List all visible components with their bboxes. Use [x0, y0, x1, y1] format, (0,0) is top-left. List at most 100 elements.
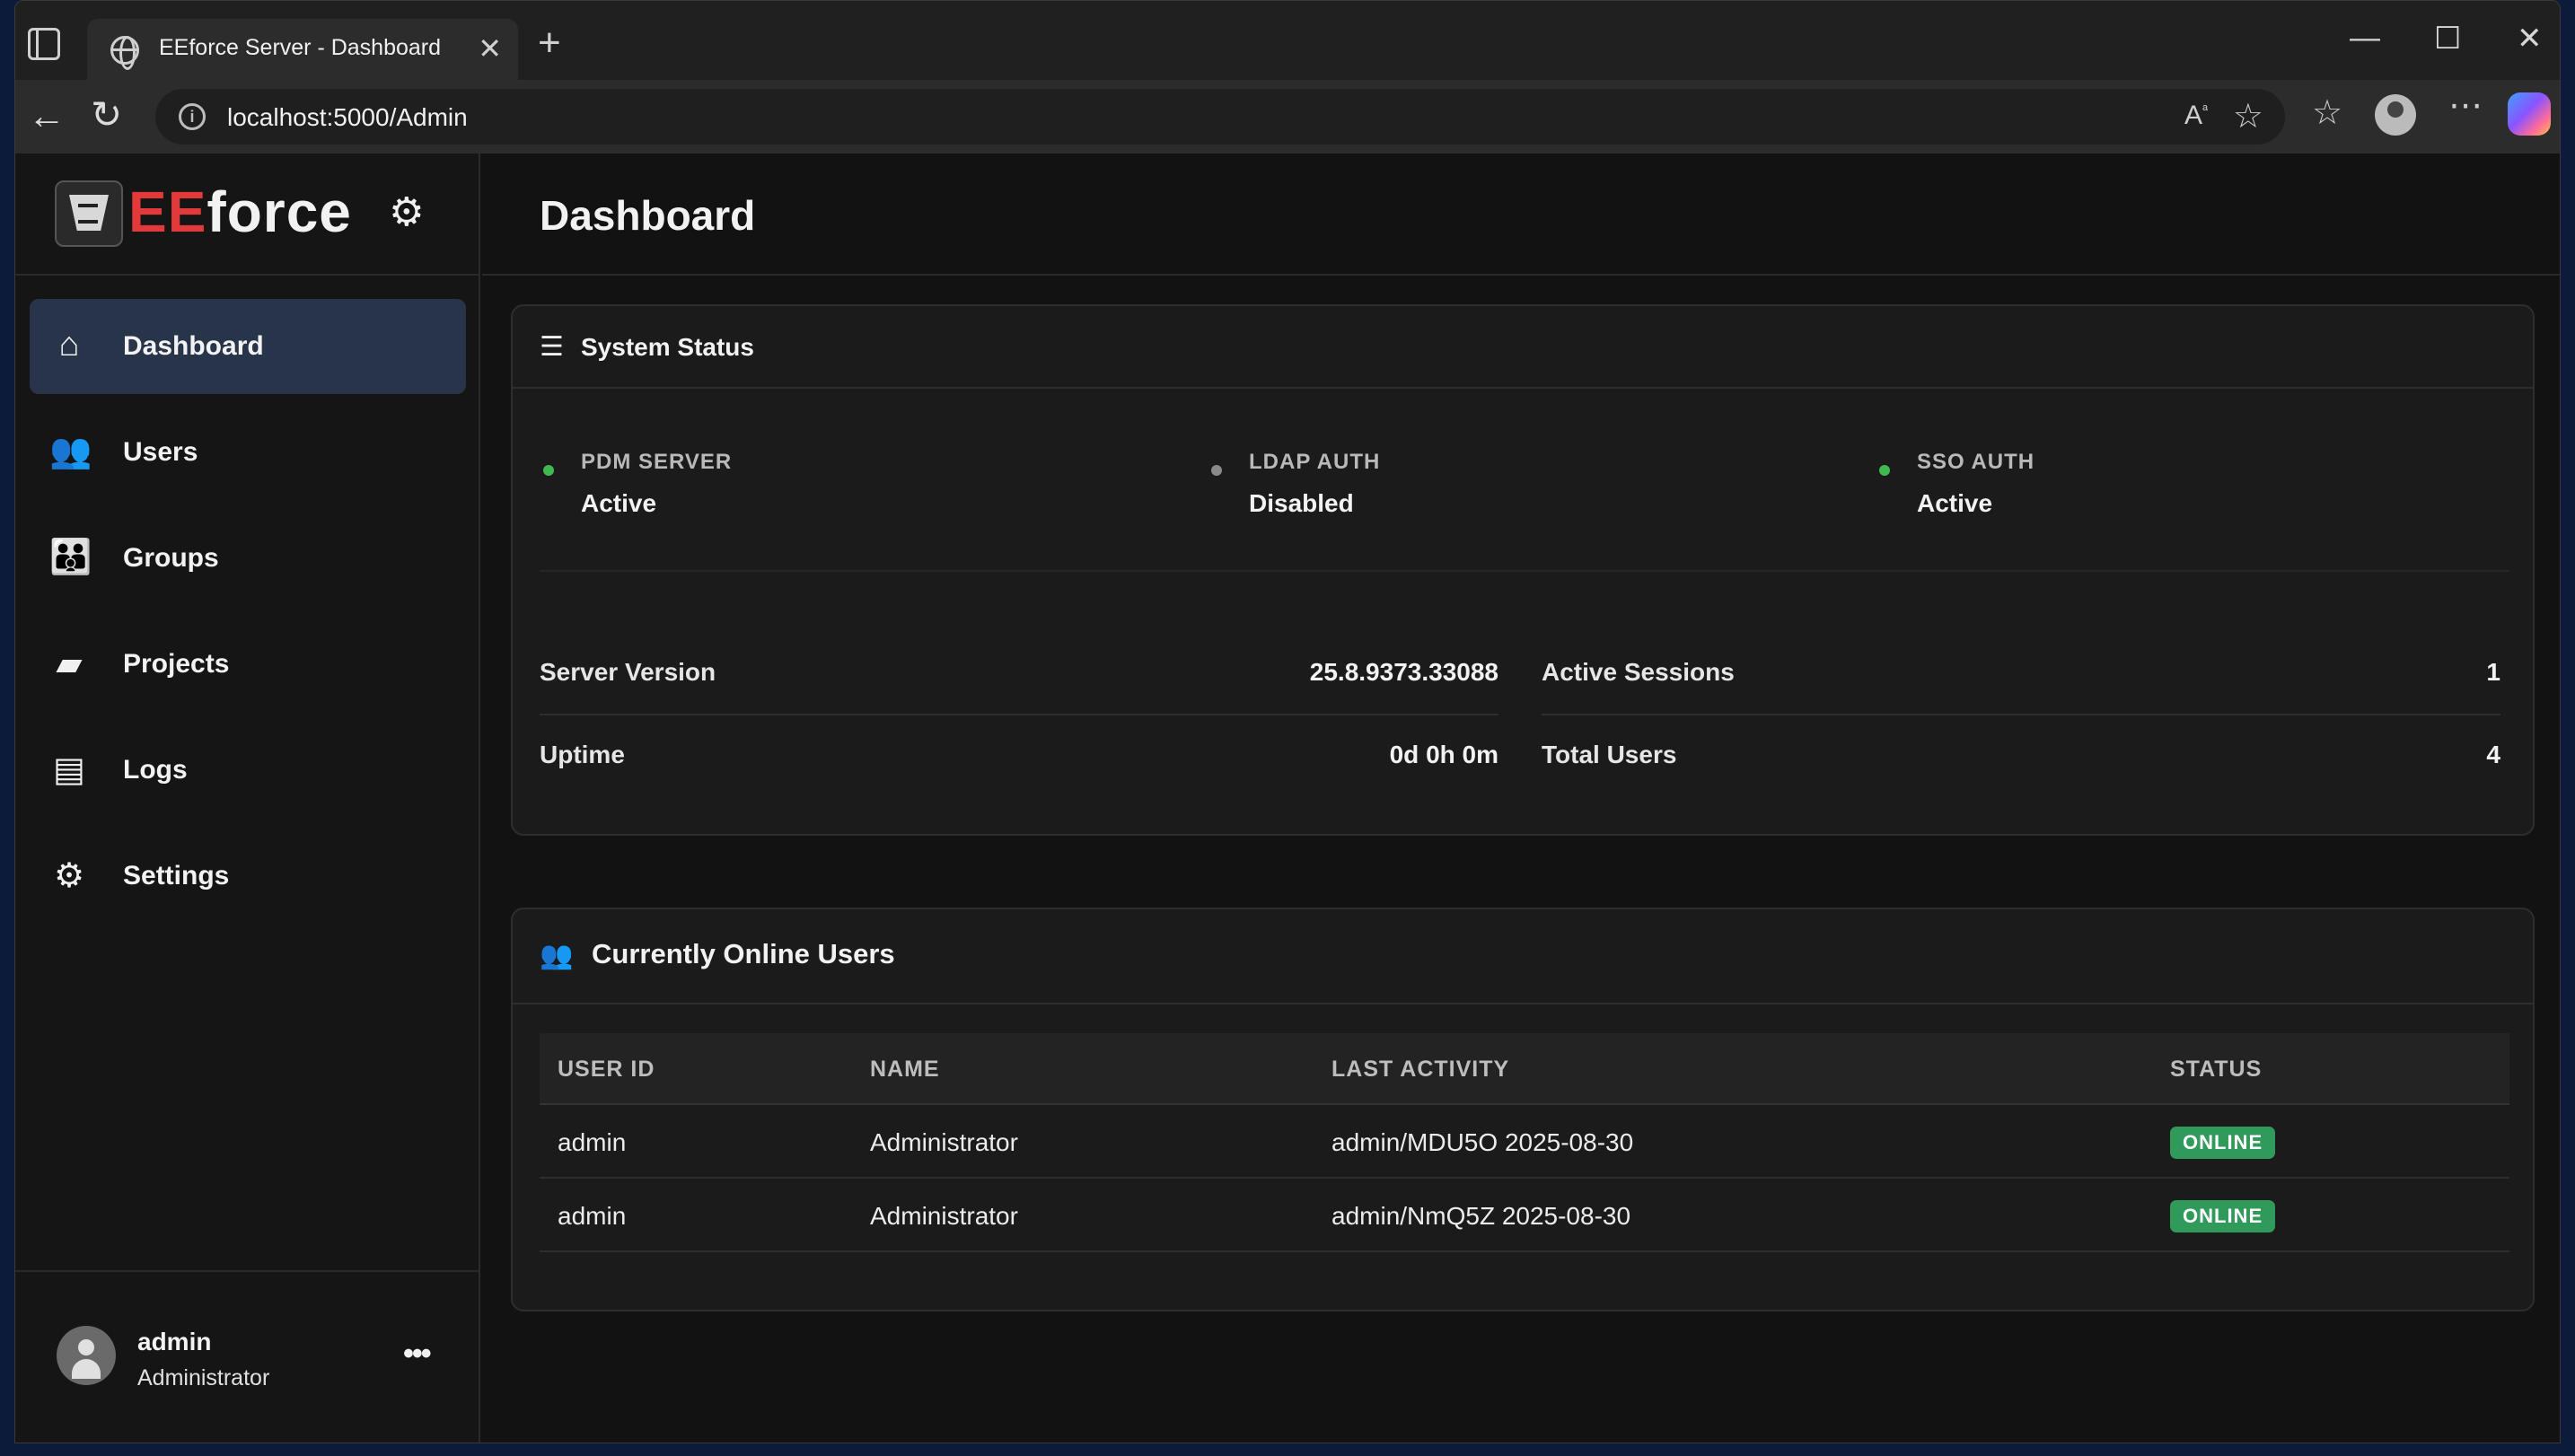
sidebar-item-users[interactable]: 👥 Users [30, 405, 466, 500]
cell-name: Administrator [870, 1202, 1018, 1230]
server-icon: ☰ [540, 332, 564, 362]
close-window-button[interactable]: ✕ [2517, 21, 2543, 57]
groups-icon: 👪 [49, 539, 92, 576]
sidebar: EEforce ⚙ ⌂ Dashboard 👥 Users 👪 Groups ▰… [15, 153, 480, 1443]
card-title: System Status [581, 333, 754, 361]
status-badge: ONLINE [2170, 1200, 2276, 1232]
favorites-icon[interactable]: ☆ [2312, 92, 2342, 133]
info-label: Total Users [1542, 741, 1677, 768]
status-label: PDM SERVER [581, 450, 733, 474]
status-dot [1211, 465, 1222, 476]
users-icon: 👥 [540, 941, 574, 970]
status-value: Active [581, 489, 657, 517]
folder-icon: ▰ [56, 645, 83, 683]
avatar [57, 1326, 116, 1385]
cell-user-id: admin [558, 1202, 627, 1230]
brand-area: EEforce ⚙ [15, 153, 480, 276]
reload-icon[interactable]: ↻ [91, 92, 122, 136]
info-value: 1 [2486, 658, 2500, 686]
sidebar-item-logs[interactable]: ▤ Logs [30, 723, 466, 818]
tab-close-icon[interactable]: ✕ [478, 31, 502, 66]
brand-logo-text: EEforce [128, 179, 352, 245]
divider [540, 570, 2509, 572]
card-header: 👥 Currently Online Users [513, 909, 2533, 1004]
browser-tab[interactable]: EEforce Server - Dashboard ✕ [87, 19, 518, 80]
info-uptime: Uptime 0d 0h 0m [540, 715, 1498, 798]
new-tab-button[interactable]: + [538, 21, 561, 66]
status-label: LDAP AUTH [1249, 450, 1381, 474]
status-value: Disabled [1249, 489, 1354, 517]
app-root: EEforce ⚙ ⌂ Dashboard 👥 Users 👪 Groups ▰… [15, 153, 2560, 1443]
sidebar-item-label: Dashboard [123, 331, 264, 361]
gear-icon: ⚙ [53, 857, 85, 895]
info-active-sessions: Active Sessions 1 [1542, 633, 2500, 715]
site-info-icon[interactable]: i [179, 103, 206, 130]
online-users-card: 👥 Currently Online Users USER ID NAME LA… [511, 908, 2535, 1311]
sidebar-item-groups[interactable]: 👪 Groups [30, 511, 466, 606]
table-row[interactable]: admin Administrator admin/NmQ5Z 2025-08-… [540, 1179, 2509, 1252]
home-icon: ⌂ [58, 326, 80, 364]
maximize-button[interactable]: ☐ [2434, 21, 2461, 57]
more-menu-icon[interactable]: ⋯ [2448, 85, 2483, 126]
logo-icon [55, 180, 123, 247]
status-dot [543, 465, 554, 476]
info-value: 4 [2486, 741, 2500, 768]
sidebar-item-label: Users [123, 437, 198, 467]
sidebar-item-dashboard[interactable]: ⌂ Dashboard [30, 299, 466, 394]
cell-user-id: admin [558, 1128, 627, 1156]
brand-gear-icon[interactable]: ⚙ [389, 189, 424, 235]
cell-last-activity: admin/NmQ5Z 2025-08-30 [1331, 1202, 1631, 1230]
file-icon: ▤ [53, 751, 85, 789]
table-header: USER ID NAME LAST ACTIVITY STATUS [540, 1033, 2509, 1105]
card-header: ☰ System Status [513, 306, 2533, 389]
info-label: Uptime [540, 741, 625, 768]
info-total-users: Total Users 4 [1542, 715, 2500, 798]
url-text[interactable]: localhost:5000/Admin [227, 103, 468, 132]
cell-last-activity: admin/MDU5O 2025-08-30 [1331, 1128, 1634, 1156]
sidebar-item-settings[interactable]: ⚙ Settings [30, 829, 466, 924]
read-aloud-icon[interactable]: Aᵃ [2184, 101, 2208, 131]
info-value: 25.8.9373.33088 [1309, 658, 1498, 686]
tab-bar: EEforce Server - Dashboard ✕ + — ☐ ✕ [15, 1, 2560, 80]
info-label: Server Version [540, 658, 716, 686]
card-title: Currently Online Users [592, 938, 895, 969]
status-dot [1879, 465, 1890, 476]
copilot-icon[interactable] [2508, 92, 2551, 136]
profile-avatar-icon[interactable] [2375, 94, 2416, 136]
sidebar-item-label: Groups [123, 543, 219, 573]
brand-prefix: EE [128, 180, 207, 244]
info-value: 0d 0h 0m [1389, 741, 1498, 768]
system-status-card: ☰ System Status PDM SERVER Active LDAP A… [511, 304, 2535, 836]
address-bar[interactable]: i localhost:5000/Admin Aᵃ ☆ [155, 89, 2285, 145]
main-content: Dashboard ☰ System Status PDM SERVER Act… [482, 153, 2560, 1443]
page-title: Dashboard [540, 192, 756, 239]
minimize-button[interactable]: — [2350, 21, 2380, 56]
tab-title: EEforce Server - Dashboard [159, 35, 442, 60]
cell-name: Administrator [870, 1128, 1018, 1156]
table-row[interactable]: admin Administrator admin/MDU5O 2025-08-… [540, 1105, 2509, 1179]
user-role: Administrator [137, 1365, 270, 1390]
sidebar-item-label: Settings [123, 861, 230, 890]
column-header-last-activity[interactable]: LAST ACTIVITY [1331, 1057, 1509, 1083]
column-header-name[interactable]: NAME [870, 1057, 940, 1083]
address-bar-row: ← ↻ i localhost:5000/Admin Aᵃ ☆ ☆ ⋯ [15, 80, 2560, 153]
status-label: SSO AUTH [1917, 450, 2035, 474]
browser-window: EEforce Server - Dashboard ✕ + — ☐ ✕ ← ↻… [14, 0, 2561, 1443]
user-menu-button[interactable]: ••• [403, 1337, 432, 1372]
globe-icon [110, 36, 139, 70]
sidebar-item-label: Projects [123, 649, 230, 679]
users-icon: 👥 [49, 433, 92, 470]
sidebar-item-projects[interactable]: ▰ Projects [30, 617, 466, 712]
status-badge: ONLINE [2170, 1127, 2276, 1159]
user-name: admin [137, 1328, 212, 1355]
status-value: Active [1917, 489, 1993, 517]
brand-suffix: force [207, 180, 352, 244]
column-header-status[interactable]: STATUS [2170, 1057, 2262, 1083]
info-label: Active Sessions [1542, 658, 1735, 686]
favorite-star-icon[interactable]: ☆ [2233, 96, 2263, 136]
back-arrow-icon[interactable]: ← [28, 94, 66, 137]
info-server-version: Server Version 25.8.9373.33088 [540, 633, 1498, 715]
page-header: Dashboard [482, 153, 2560, 276]
column-header-user-id[interactable]: USER ID [558, 1057, 655, 1083]
tab-actions-icon[interactable] [28, 28, 60, 60]
